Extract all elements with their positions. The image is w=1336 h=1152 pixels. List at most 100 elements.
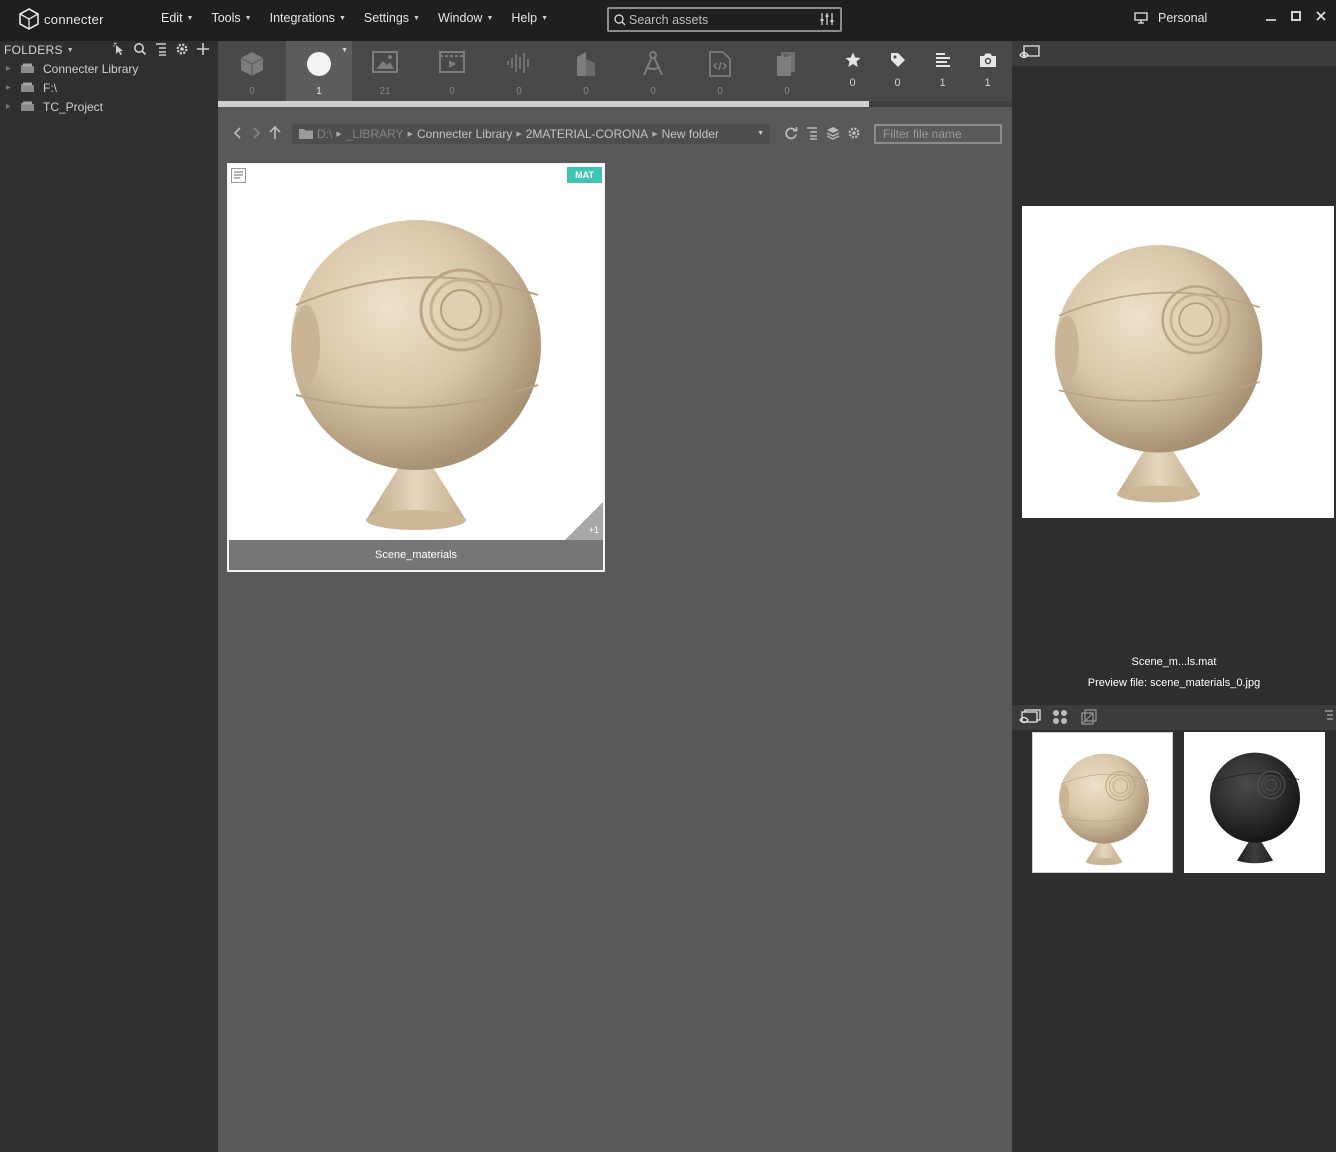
asset-card[interactable]: MAT +1 Scene_materials bbox=[227, 163, 605, 572]
minimize-icon bbox=[1265, 19, 1276, 21]
folder-item-f-drive[interactable]: ▶ F:\ bbox=[0, 78, 218, 97]
texture-map-icon[interactable] bbox=[1081, 709, 1097, 725]
folder-icon bbox=[21, 82, 34, 92]
breadcrumb-item[interactable]: 2MATERIAL-CORONA bbox=[526, 127, 648, 141]
breadcrumb-item[interactable]: Connecter Library bbox=[417, 127, 512, 141]
folder-item-connecter-library[interactable]: ▶ Connecter Library bbox=[0, 59, 218, 78]
expand-arrow-icon[interactable]: ▶ bbox=[6, 103, 20, 110]
asset-name: Scene_materials bbox=[229, 540, 603, 570]
folders-header: FOLDERS ▼ bbox=[0, 41, 218, 59]
breadcrumb-separator-icon[interactable]: ▶ bbox=[336, 130, 341, 138]
gear-icon[interactable] bbox=[847, 126, 861, 140]
up-arrow-icon[interactable] bbox=[268, 126, 282, 140]
filter-drawings[interactable]: 0 bbox=[620, 41, 686, 101]
filter-architecture[interactable]: 0 bbox=[553, 41, 619, 101]
asset-type-filter-bar: 0 ▼ 1 21 0 0 0 0 0 0 0 0 1 1 bbox=[218, 41, 1012, 101]
maximize-button[interactable] bbox=[1283, 6, 1308, 26]
dark-material-thumbnail bbox=[1209, 752, 1301, 864]
folder-item-tc-project[interactable]: ▶ TC_Project bbox=[0, 97, 218, 116]
filter-favorites[interactable]: 0 bbox=[830, 41, 875, 101]
path-toolbar bbox=[784, 126, 861, 140]
preview-thumbnail-2[interactable] bbox=[1184, 732, 1325, 873]
breadcrumb-separator-icon[interactable]: ▶ bbox=[652, 130, 657, 138]
folders-title[interactable]: FOLDERS bbox=[4, 43, 63, 57]
scan-progress-fill bbox=[218, 101, 870, 107]
close-icon bbox=[1315, 11, 1326, 21]
maximize-icon bbox=[1290, 11, 1301, 21]
filter-count: 1 bbox=[939, 77, 946, 89]
material-type-badge: MAT bbox=[567, 167, 602, 183]
filter-tags[interactable]: 0 bbox=[875, 41, 920, 101]
breadcrumb: D:\ ▶ _LIBRARY ▶ Connecter Library ▶ 2MA… bbox=[292, 124, 770, 144]
search-filter-icon[interactable] bbox=[819, 12, 835, 26]
menu-integrations[interactable]: Integrations ▼ bbox=[270, 11, 346, 25]
title-bar: connecter Edit ▼ Tools ▼ Integrations ▼ Set… bbox=[0, 0, 1336, 41]
filter-count: 0 bbox=[516, 86, 522, 97]
forward-arrow-icon[interactable] bbox=[250, 126, 262, 140]
asset-thumbnail[interactable]: MAT +1 bbox=[229, 165, 603, 540]
menu-help[interactable]: Help ▼ bbox=[511, 11, 548, 25]
menu-window[interactable]: Window ▼ bbox=[438, 11, 493, 25]
layers-icon[interactable] bbox=[826, 126, 840, 140]
breadcrumb-separator-icon[interactable]: ▶ bbox=[516, 130, 521, 138]
filter-previews[interactable]: 1 bbox=[965, 41, 1010, 101]
breadcrumb-item[interactable]: _LIBRARY bbox=[346, 127, 404, 141]
chevron-down-icon: ▼ bbox=[186, 14, 194, 22]
breadcrumb-item[interactable]: D:\ bbox=[317, 127, 332, 141]
menu-integrations-label: Integrations bbox=[269, 11, 335, 25]
preview-thumbnail-1[interactable] bbox=[1032, 732, 1173, 873]
search-icon[interactable] bbox=[133, 42, 147, 56]
menu-edit[interactable]: Edit ▼ bbox=[161, 11, 193, 25]
notes-icon[interactable] bbox=[231, 168, 246, 183]
menu-window-label: Window bbox=[437, 11, 483, 25]
filter-count: 0 bbox=[583, 86, 589, 97]
filter-audio[interactable]: 0 bbox=[486, 41, 552, 101]
chevron-down-icon[interactable]: ▼ bbox=[341, 47, 348, 54]
filter-count: 0 bbox=[717, 86, 723, 97]
grid-dots-icon[interactable] bbox=[1052, 709, 1068, 725]
list-tree-icon[interactable] bbox=[805, 126, 819, 140]
large-preview-image[interactable] bbox=[1022, 206, 1334, 518]
filter-images[interactable]: 21 bbox=[352, 41, 418, 101]
chevron-down-icon: ▼ bbox=[486, 14, 494, 22]
camera-icon bbox=[979, 53, 996, 67]
pointer-select-icon[interactable] bbox=[112, 42, 126, 56]
material-preview-image bbox=[1053, 243, 1264, 504]
preview-eye-icon[interactable] bbox=[1019, 45, 1041, 61]
menu-settings-label: Settings bbox=[363, 11, 410, 25]
filter-documents[interactable]: 0 bbox=[754, 41, 820, 101]
preview-file-label: Preview file: bbox=[1087, 677, 1148, 689]
expand-arrow-icon[interactable]: ▶ bbox=[6, 65, 20, 72]
filter-videos[interactable]: 0 bbox=[419, 41, 485, 101]
menu-tools-label: Tools bbox=[211, 11, 241, 25]
menu-settings[interactable]: Settings ▼ bbox=[364, 11, 420, 25]
workspace-selector[interactable]: Personal bbox=[1134, 11, 1207, 25]
filter-materials[interactable]: ▼ 1 bbox=[286, 41, 352, 101]
filter-models[interactable]: 0 bbox=[219, 41, 285, 101]
filter-notes[interactable]: 1 bbox=[920, 41, 965, 101]
preview-gallery-icon[interactable] bbox=[1019, 709, 1041, 725]
search-box bbox=[607, 7, 842, 32]
expand-arrow-icon[interactable]: ▶ bbox=[6, 84, 20, 91]
chevron-down-icon[interactable]: ▼ bbox=[757, 130, 764, 137]
back-arrow-icon[interactable] bbox=[232, 126, 244, 140]
sphere-icon bbox=[307, 52, 331, 76]
gear-icon[interactable] bbox=[175, 42, 189, 56]
breadcrumb-separator-icon[interactable]: ▶ bbox=[408, 130, 413, 138]
menu-tools[interactable]: Tools ▼ bbox=[211, 11, 251, 25]
filter-file-name-input[interactable] bbox=[874, 124, 1002, 144]
breadcrumb-item[interactable]: New folder bbox=[662, 127, 719, 141]
preview-panel-header bbox=[1012, 41, 1336, 66]
close-button[interactable] bbox=[1308, 6, 1333, 26]
folders-toolbar bbox=[112, 42, 210, 56]
refresh-icon[interactable] bbox=[784, 126, 798, 140]
list-menu-icon[interactable] bbox=[1324, 709, 1334, 723]
search-input[interactable] bbox=[629, 12, 814, 27]
cube-icon bbox=[240, 52, 264, 76]
chevron-down-icon[interactable]: ▼ bbox=[67, 47, 74, 54]
add-folder-icon[interactable] bbox=[196, 42, 210, 56]
image-icon bbox=[372, 51, 398, 73]
list-tree-icon[interactable] bbox=[154, 42, 168, 56]
filter-code[interactable]: 0 bbox=[687, 41, 753, 101]
minimize-button[interactable] bbox=[1258, 6, 1283, 26]
